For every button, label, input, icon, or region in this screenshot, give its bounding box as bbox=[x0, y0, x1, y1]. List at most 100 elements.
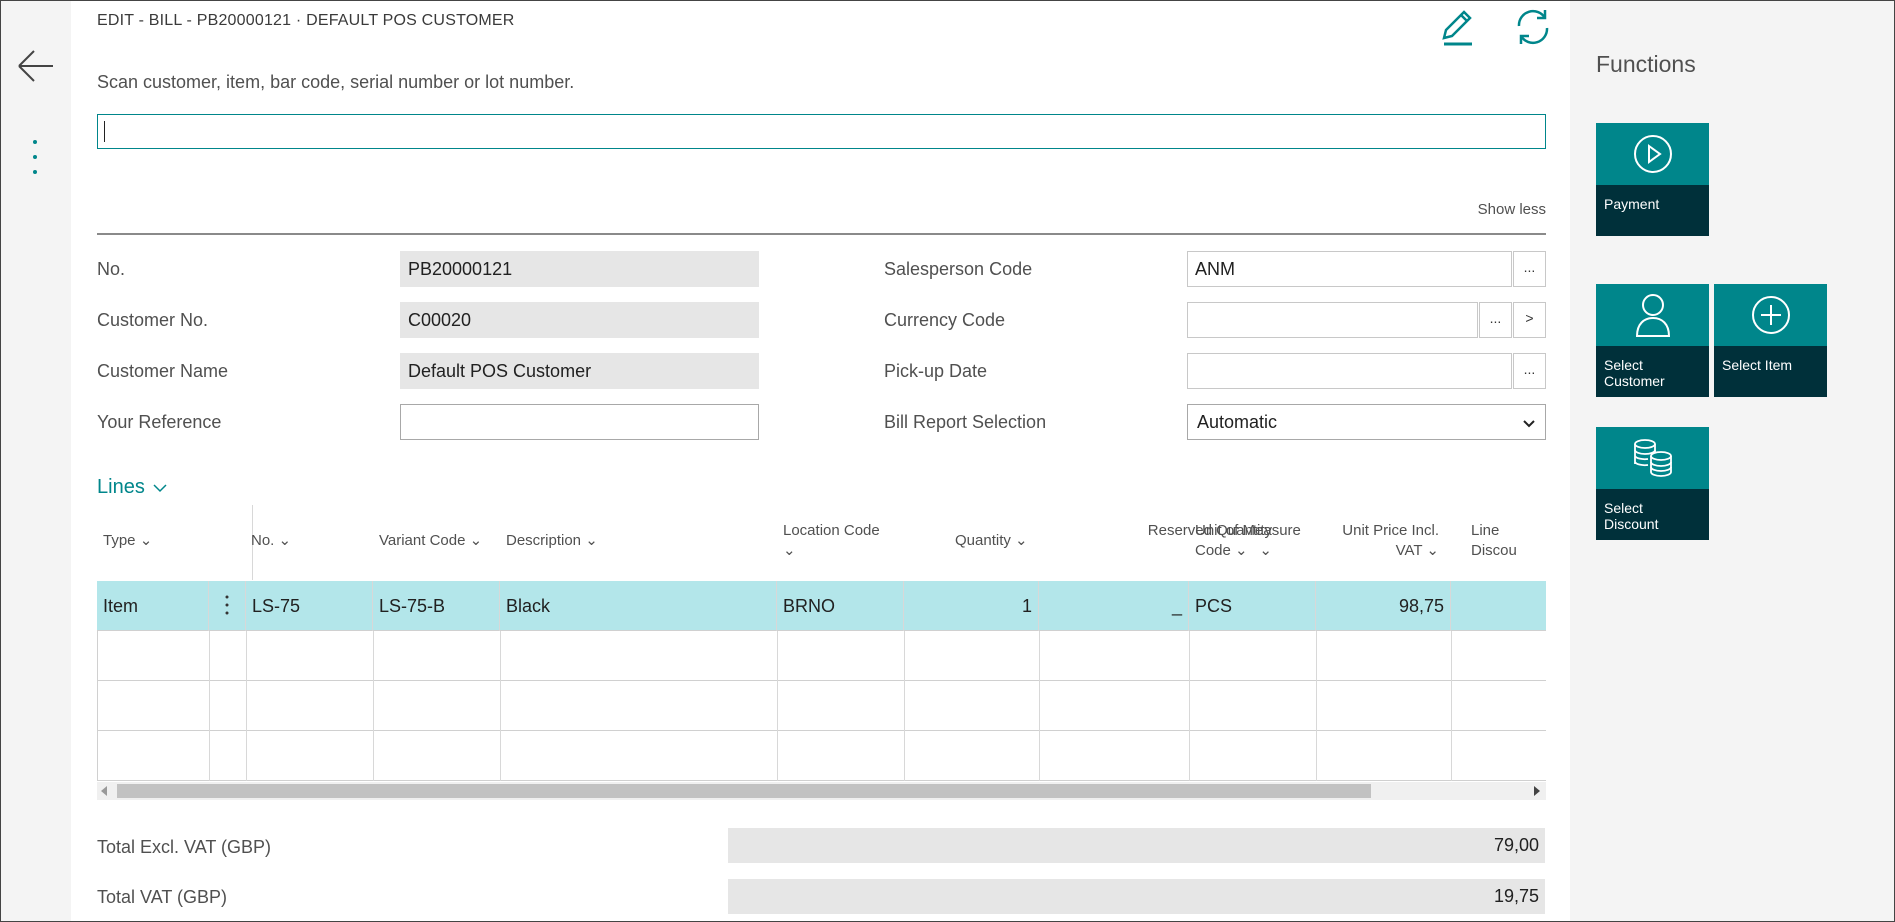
your-reference-label: Your Reference bbox=[97, 412, 222, 432]
cell-empty[interactable] bbox=[905, 731, 1040, 781]
cell-empty[interactable] bbox=[778, 681, 905, 731]
salesperson-code-field[interactable]: ANM bbox=[1187, 251, 1512, 287]
cell-line-discount[interactable] bbox=[1451, 581, 1546, 631]
your-reference-field[interactable] bbox=[400, 404, 759, 440]
bill-report-selection-select[interactable]: Automatic bbox=[1187, 404, 1546, 440]
no-label: No. bbox=[97, 259, 126, 279]
cell-empty[interactable] bbox=[1190, 631, 1317, 681]
cell-empty[interactable] bbox=[501, 631, 778, 681]
column-header-quantity[interactable]: Quantity ⌄ bbox=[955, 531, 1028, 551]
chevron-down-icon: ⌄ bbox=[469, 532, 483, 549]
cell-empty[interactable] bbox=[501, 681, 778, 731]
lines-section-toggle[interactable]: Lines bbox=[97, 476, 168, 499]
cell-empty[interactable] bbox=[1317, 681, 1452, 731]
plus-circle-icon bbox=[1751, 296, 1790, 334]
cell-empty[interactable] bbox=[98, 731, 210, 781]
column-header-variant-code[interactable]: Variant Code ⌄ bbox=[379, 531, 482, 551]
cell-empty[interactable] bbox=[374, 681, 501, 731]
chevron-down-icon: ⌄ bbox=[1426, 542, 1439, 559]
cell-empty[interactable] bbox=[501, 731, 778, 781]
select-discount-button[interactable]: Select Discount bbox=[1596, 427, 1709, 540]
cell-empty[interactable] bbox=[778, 731, 905, 781]
total-excl-vat-value: 79,00 bbox=[728, 828, 1545, 863]
payment-label: Payment bbox=[1596, 185, 1709, 236]
bill-report-selection-value: Automatic bbox=[1197, 412, 1278, 432]
customer-name-label: Customer Name bbox=[97, 361, 229, 381]
cell-location-code[interactable]: BRNO bbox=[777, 581, 904, 631]
cell-empty[interactable] bbox=[1190, 731, 1317, 781]
chevron-down-icon bbox=[153, 484, 167, 492]
column-header-no[interactable]: No. ⌄ bbox=[251, 531, 291, 551]
cell-empty[interactable] bbox=[1040, 631, 1190, 681]
show-less-link[interactable]: Show less bbox=[1478, 201, 1546, 218]
functions-panel: Functions Payment Select Customer Select… bbox=[1570, 1, 1894, 921]
cell-empty[interactable] bbox=[1040, 731, 1190, 781]
chevron-down-icon bbox=[1523, 420, 1535, 428]
cell-empty[interactable] bbox=[247, 681, 374, 731]
cell-empty[interactable] bbox=[98, 681, 210, 731]
horizontal-scrollbar[interactable] bbox=[97, 782, 1546, 800]
column-header-unit-of-measure-code[interactable]: Unit of Measure Code ⌄ bbox=[1195, 521, 1301, 561]
select-item-button[interactable]: Select Item bbox=[1714, 284, 1827, 397]
column-header-line-discount[interactable]: Line Discou bbox=[1471, 521, 1546, 561]
cell-reserved-quantity[interactable]: _ bbox=[1039, 581, 1189, 631]
cell-empty[interactable] bbox=[374, 631, 501, 681]
cell-empty[interactable] bbox=[778, 631, 905, 681]
cell-description[interactable]: Black bbox=[500, 581, 777, 631]
no-field: PB20000121 bbox=[400, 251, 759, 287]
cell-type[interactable]: Item bbox=[97, 581, 209, 631]
select-customer-label: Select Customer bbox=[1596, 346, 1709, 397]
table-row[interactable] bbox=[97, 681, 1546, 731]
cell-empty[interactable] bbox=[1040, 681, 1190, 731]
cell-empty[interactable] bbox=[247, 631, 374, 681]
cell-empty[interactable] bbox=[1190, 681, 1317, 731]
pickup-date-label: Pick-up Date bbox=[884, 361, 988, 381]
coins-icon bbox=[1633, 439, 1672, 477]
cell-variant-code[interactable]: LS-75-B bbox=[373, 581, 500, 631]
table-row[interactable] bbox=[97, 631, 1546, 681]
currency-code-field[interactable] bbox=[1187, 302, 1478, 338]
scrollbar-thumb[interactable] bbox=[117, 784, 1371, 798]
column-header-uom-label-line2: Code bbox=[1195, 542, 1231, 559]
salesperson-lookup-button[interactable]: ... bbox=[1513, 251, 1546, 287]
cell-empty[interactable] bbox=[98, 631, 210, 681]
cell-empty[interactable] bbox=[374, 731, 501, 781]
refresh-icon[interactable] bbox=[1512, 6, 1554, 48]
cell-quantity[interactable]: 1 bbox=[904, 581, 1039, 631]
cell-empty[interactable] bbox=[1317, 731, 1452, 781]
chevron-down-icon: ⌄ bbox=[783, 542, 796, 559]
column-header-no-label: No. bbox=[251, 532, 275, 549]
scroll-left-arrow-icon[interactable] bbox=[101, 786, 107, 796]
select-discount-label: Select Discount bbox=[1596, 489, 1709, 540]
column-header-description[interactable]: Description ⌄ bbox=[506, 531, 598, 551]
currency-drilldown-button[interactable]: > bbox=[1513, 302, 1546, 338]
person-icon bbox=[1635, 294, 1670, 337]
cell-empty[interactable] bbox=[905, 631, 1040, 681]
currency-lookup-button[interactable]: ... bbox=[1479, 302, 1512, 338]
payment-button[interactable]: Payment bbox=[1596, 123, 1709, 236]
more-vertical-icon[interactable] bbox=[27, 137, 45, 181]
cell-empty[interactable] bbox=[247, 731, 374, 781]
cell-empty[interactable] bbox=[905, 681, 1040, 731]
column-header-type[interactable]: Type ⌄ bbox=[103, 531, 152, 551]
total-vat-value: 19,75 bbox=[728, 879, 1545, 914]
chevron-down-icon: ⌄ bbox=[585, 532, 598, 549]
pickup-date-lookup-button[interactable]: ... bbox=[1513, 353, 1546, 389]
scan-input[interactable] bbox=[97, 114, 1546, 149]
salesperson-code-label: Salesperson Code bbox=[884, 259, 1033, 279]
scroll-right-arrow-icon[interactable] bbox=[1534, 786, 1540, 796]
column-header-location-code[interactable]: Location Code ⌄ bbox=[783, 521, 880, 561]
pickup-date-field[interactable] bbox=[1187, 353, 1512, 389]
back-arrow-icon[interactable] bbox=[15, 45, 57, 87]
cell-empty[interactable] bbox=[1317, 631, 1452, 681]
select-customer-button[interactable]: Select Customer bbox=[1596, 284, 1709, 397]
table-row[interactable]: Item LS-75 LS-75-B Black BRNO 1 _ PCS 98… bbox=[97, 581, 1546, 631]
cell-unit-price[interactable]: 98,75 bbox=[1316, 581, 1451, 631]
column-header-unit-price[interactable]: Unit Price Incl. VAT ⌄ bbox=[1329, 521, 1439, 561]
cell-no[interactable]: LS-75 bbox=[246, 581, 373, 631]
cell-unit-of-measure-code[interactable]: PCS bbox=[1189, 581, 1316, 631]
table-row[interactable] bbox=[97, 731, 1546, 781]
cell-empty bbox=[210, 681, 247, 731]
pencil-icon[interactable] bbox=[1436, 6, 1478, 48]
chevron-down-icon: ⌄ bbox=[278, 532, 292, 549]
